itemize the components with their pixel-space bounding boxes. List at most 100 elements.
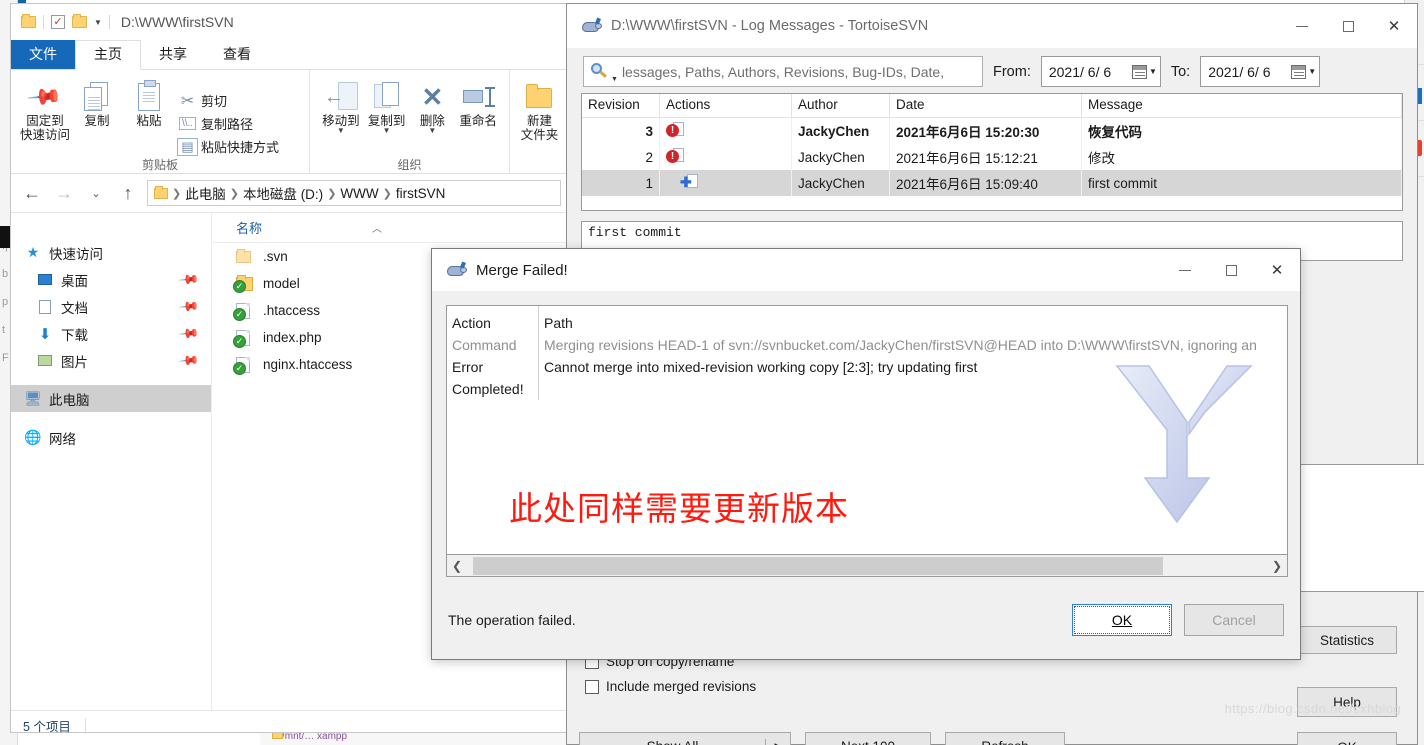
- folder-icon: [154, 185, 168, 199]
- tab-file[interactable]: 文件: [11, 39, 75, 69]
- pin-icon[interactable]: 📌: [178, 349, 200, 372]
- nav-item-downloads[interactable]: ⬇ 下载 📌: [11, 320, 211, 347]
- chevron-down-icon[interactable]: ▼: [94, 18, 102, 27]
- calendar-icon[interactable]: [1291, 64, 1307, 79]
- delete-icon: ✕: [421, 82, 444, 112]
- paste-label: 粘贴: [136, 114, 162, 128]
- nav-item-desktop[interactable]: 桌面 📌: [11, 266, 211, 293]
- from-label: From:: [993, 63, 1031, 80]
- pin-icon[interactable]: 📌: [178, 295, 200, 318]
- column-header-author[interactable]: Author: [792, 94, 890, 117]
- chevron-down-icon[interactable]: ▼: [428, 127, 436, 135]
- status-bar: 5 个项目: [11, 710, 569, 740]
- breadcrumb-item-1[interactable]: 本地磁盘 (D:): [243, 183, 323, 203]
- log-table[interactable]: Revision Actions Author Date Message 3 !…: [581, 93, 1403, 211]
- cell-author: JackyChen: [792, 170, 890, 196]
- svn-title-bar: D:\WWW\firstSVN - Log Messages - Tortois…: [567, 4, 1417, 48]
- breadcrumb-separator: ❯: [172, 187, 182, 200]
- to-date-input[interactable]: 2021/ 6/ 6 ▼: [1200, 56, 1321, 87]
- merge-dialog-window-controls: ✕: [1162, 248, 1300, 292]
- chevron-right-icon[interactable]: ▶: [766, 741, 790, 745]
- scroll-right-icon[interactable]: ❯: [1267, 559, 1287, 573]
- nav-label-desktop: 桌面: [61, 273, 88, 289]
- to-label: To:: [1170, 63, 1191, 80]
- refresh-button[interactable]: Refresh: [945, 732, 1065, 745]
- column-header-actions[interactable]: Actions: [660, 94, 792, 117]
- properties-check-icon[interactable]: ✓: [51, 15, 65, 29]
- checkbox-include-merged-revisions[interactable]: Include merged revisions: [585, 679, 756, 694]
- tab-view[interactable]: 查看: [205, 41, 269, 69]
- forward-button[interactable]: →: [51, 180, 77, 206]
- folder-icon: ✓: [233, 274, 254, 293]
- copy-label: 复制: [84, 114, 110, 128]
- cell-date: 2021年6月6日 15:12:21: [890, 144, 1082, 170]
- file-name: index.php: [263, 330, 322, 345]
- minimize-button[interactable]: [1279, 4, 1325, 48]
- maximize-button[interactable]: [1208, 248, 1254, 292]
- breadcrumb-item-3[interactable]: firstSVN: [396, 186, 446, 201]
- recent-locations-button[interactable]: ⌄: [83, 180, 109, 206]
- nav-label-downloads: 下载: [61, 327, 88, 343]
- breadcrumb-item-2[interactable]: WWW: [340, 186, 378, 201]
- horizontal-scrollbar[interactable]: ❮ ❯: [446, 555, 1288, 577]
- table-row[interactable]: 1 ✚ JackyChen 2021年6月6日 15:09:40 first c…: [582, 170, 1402, 196]
- calendar-icon[interactable]: [1131, 64, 1147, 79]
- nav-label-pictures: 图片: [61, 354, 88, 370]
- document-icon: [37, 299, 53, 315]
- cut-button[interactable]: ✂ 剪切: [179, 91, 279, 110]
- column-header-name[interactable]: 名称 ︿: [212, 213, 569, 243]
- search-placeholder: lessages, Paths, Authors, Revisions, Bug…: [621, 63, 945, 80]
- file-icon: ✓: [233, 356, 254, 375]
- merge-progress-list[interactable]: Action Command Error Completed! Path Mer…: [446, 305, 1288, 555]
- breadcrumb-separator: ❯: [229, 187, 239, 200]
- column-header-revision[interactable]: Revision: [582, 94, 660, 117]
- next-100-button[interactable]: Next 100: [805, 732, 931, 745]
- nav-item-pictures[interactable]: 图片 📌: [11, 347, 211, 374]
- new-folder-qat-icon[interactable]: [72, 14, 87, 28]
- merge-ok-button[interactable]: OK: [1072, 604, 1172, 636]
- table-row[interactable]: 3 ! JackyChen 2021年6月6日 15:20:30 恢复代码: [582, 118, 1402, 144]
- tab-share[interactable]: 共享: [141, 41, 205, 69]
- checkbox-icon[interactable]: [585, 679, 599, 694]
- chevron-down-icon[interactable]: ▼: [611, 76, 618, 83]
- explorer-title-bar: ✓ ▼ D:\WWW\firstSVN: [11, 4, 569, 40]
- file-name: nginx.htaccess: [263, 357, 353, 372]
- cell-actions: ✚: [660, 170, 792, 196]
- nav-item-network[interactable]: 🌐 网络: [11, 424, 211, 451]
- maximize-button[interactable]: [1325, 4, 1371, 48]
- table-row[interactable]: 2 ! JackyChen 2021年6月6日 15:12:21 修改: [582, 144, 1402, 170]
- folder-icon: [21, 14, 36, 28]
- chevron-down-icon[interactable]: ▼: [1149, 67, 1157, 76]
- ok-button[interactable]: OK: [1297, 732, 1397, 745]
- from-date-input[interactable]: 2021/ 6/ 6 ▼: [1040, 56, 1161, 87]
- breadcrumb[interactable]: ❯ 此电脑 ❯ 本地磁盘 (D:) ❯ WWW ❯ firstSVN: [147, 180, 561, 206]
- nav-item-this-pc[interactable]: 🖥 此电脑: [11, 385, 211, 412]
- ribbon-group-clipboard: 📌 固定到 快速访问 复制 粘贴 ✂ 剪切 \\.. 复制路径 ▤ 粘贴快捷方式…: [11, 70, 309, 173]
- search-input[interactable]: ▼ lessages, Paths, Authors, Revisions, B…: [583, 56, 983, 87]
- copy-path-button[interactable]: \\.. 复制路径: [178, 114, 279, 133]
- scroll-left-icon[interactable]: ❮: [447, 559, 467, 573]
- show-all-button[interactable]: Show All ▶: [579, 732, 791, 745]
- back-button[interactable]: ←: [19, 180, 45, 206]
- close-button[interactable]: ✕: [1254, 248, 1300, 292]
- new-folder-button[interactable]: 新建 文件夹: [518, 74, 561, 173]
- chevron-down-icon[interactable]: ▼: [337, 127, 345, 135]
- pin-icon[interactable]: 📌: [178, 268, 200, 291]
- scrollbar-thumb[interactable]: [473, 556, 1163, 575]
- tab-home[interactable]: 主页: [75, 40, 141, 70]
- close-button[interactable]: ✕: [1371, 4, 1417, 48]
- scrollbar-track[interactable]: [467, 555, 1267, 576]
- nav-item-quick-access[interactable]: ★ 快速访问: [11, 239, 211, 266]
- up-button[interactable]: ↑: [115, 180, 141, 206]
- this-pc-icon: 🖥: [24, 390, 42, 406]
- minimize-button[interactable]: [1162, 248, 1208, 292]
- breadcrumb-item-0[interactable]: 此电脑: [185, 183, 226, 203]
- chevron-down-icon[interactable]: ▼: [1308, 67, 1316, 76]
- statistics-button[interactable]: Statistics: [1297, 626, 1397, 654]
- column-header-date[interactable]: Date: [890, 94, 1082, 117]
- pin-icon[interactable]: 📌: [178, 322, 200, 345]
- nav-item-documents[interactable]: 文档 📌: [11, 293, 211, 320]
- paste-shortcut-button[interactable]: ▤ 粘贴快捷方式: [177, 137, 279, 156]
- chevron-down-icon[interactable]: ▼: [383, 127, 391, 135]
- column-header-message[interactable]: Message: [1082, 94, 1402, 117]
